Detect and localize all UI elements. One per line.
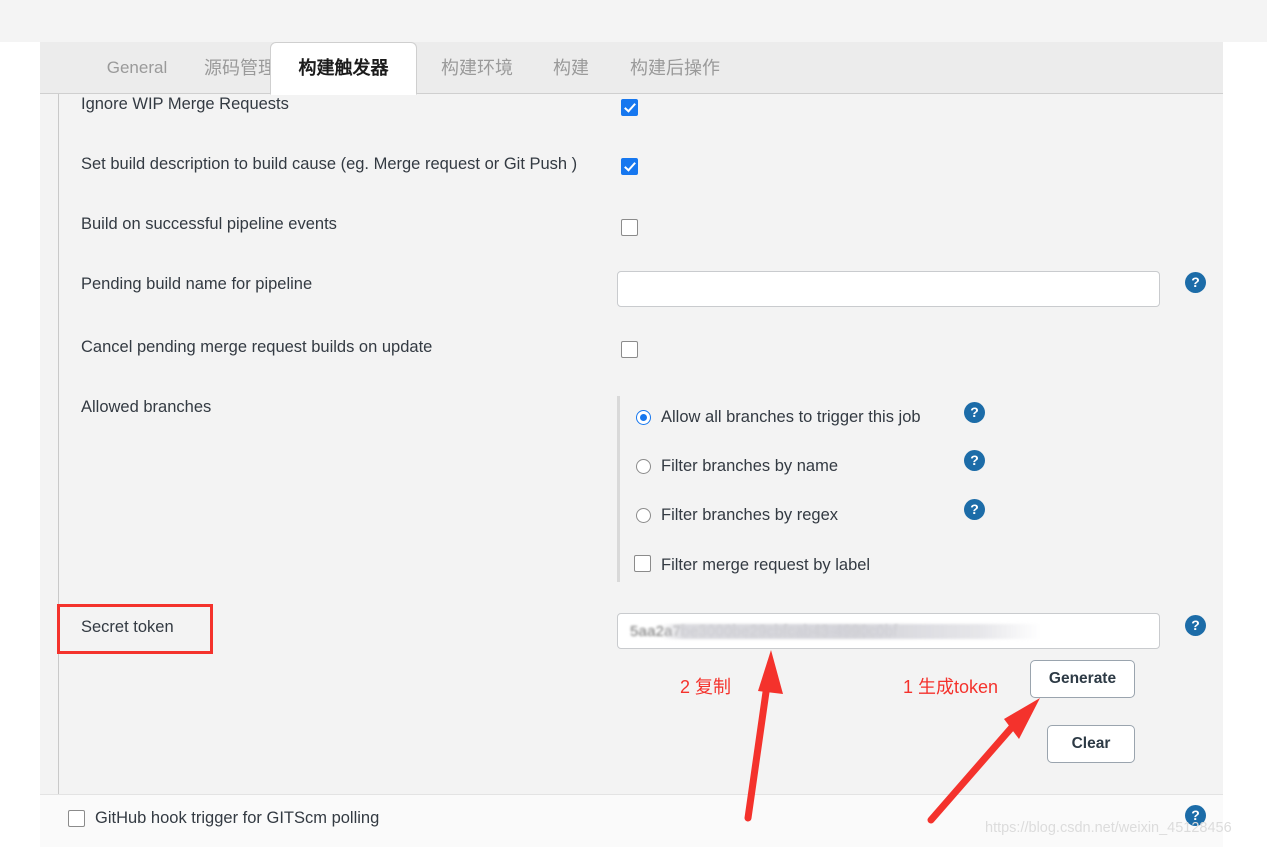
annotation-label-copy: 2 复制 [680, 677, 732, 697]
help-icon-filter-branches-by-name[interactable]: ? [964, 450, 985, 471]
checkbox-set-build-description[interactable] [621, 158, 638, 175]
checkbox-filter-merge-request-by-label[interactable] [634, 555, 651, 572]
label-filter-merge-request-by-label: Filter merge request by label [661, 556, 871, 574]
annotation-label-generate: 1 生成token [903, 677, 999, 697]
radio-filter-branches-by-name[interactable] [636, 459, 651, 474]
left-gutter [0, 42, 40, 847]
radio-filter-branches-by-regex[interactable] [636, 508, 651, 523]
tab-general[interactable]: General [90, 42, 184, 94]
csdn-watermark: https://blog.csdn.net/weixin_45128456 [985, 820, 1232, 836]
input-secret-token[interactable]: 5aa2a7be3000be29cbfcab43-4990c0bf [617, 613, 1160, 649]
label-github-hook-trigger: GitHub hook trigger for GITScm polling [95, 809, 380, 827]
tab-post-build-actions[interactable]: 构建后操作 [610, 42, 740, 94]
label-allowed-branches: Allowed branches [81, 398, 212, 416]
label-build-on-successful-pipeline-events: Build on successful pipeline events [81, 215, 337, 233]
label-pending-build-name-for-pipeline: Pending build name for pipeline [81, 275, 313, 293]
label-filter-branches-by-name: Filter branches by name [661, 457, 838, 475]
radio-allow-all-branches[interactable] [636, 410, 651, 425]
label-filter-branches-by-regex: Filter branches by regex [661, 506, 838, 524]
label-cancel-pending-merge-request-builds: Cancel pending merge request builds on u… [81, 338, 433, 356]
help-icon-filter-branches-by-regex[interactable]: ? [964, 499, 985, 520]
jenkins-job-config-page: General 源码管理 构建触发器 构建环境 构建 构建后操作 Ignore … [0, 0, 1267, 847]
right-gutter [1223, 42, 1267, 847]
label-secret-token: Secret token [81, 618, 174, 636]
help-icon-secret-token[interactable]: ? [1185, 615, 1206, 636]
label-ignore-wip-merge-requests: Ignore WIP Merge Requests [81, 95, 289, 113]
form-left-rail [58, 94, 59, 794]
secret-token-value: 5aa2a7be3000be29cbfcab43-4990c0bf [630, 623, 898, 640]
allowed-branches-group-rail [617, 396, 620, 582]
input-pending-build-name[interactable] [617, 271, 1160, 307]
checkbox-cancel-pending-merge-request-builds[interactable] [621, 341, 638, 358]
label-allow-all-branches: Allow all branches to trigger this job [661, 408, 921, 426]
generate-button[interactable]: Generate [1030, 660, 1135, 698]
checkbox-build-on-successful-pipeline-events[interactable] [621, 219, 638, 236]
tab-build-triggers[interactable]: 构建触发器 [270, 42, 417, 95]
help-icon-pending-build-name[interactable]: ? [1185, 272, 1206, 293]
label-set-build-description: Set build description to build cause (eg… [81, 155, 578, 173]
help-icon-allow-all-branches[interactable]: ? [964, 402, 985, 423]
checkbox-ignore-wip-merge-requests[interactable] [621, 99, 638, 116]
tab-build[interactable]: 构建 [536, 42, 606, 94]
clear-button[interactable]: Clear [1047, 725, 1135, 763]
checkbox-github-hook-trigger[interactable] [68, 810, 85, 827]
config-tab-bar: General 源码管理 构建触发器 构建环境 构建 构建后操作 [40, 42, 1223, 95]
browser-top-band [0, 0, 1267, 43]
tab-build-environment[interactable]: 构建环境 [422, 42, 532, 94]
